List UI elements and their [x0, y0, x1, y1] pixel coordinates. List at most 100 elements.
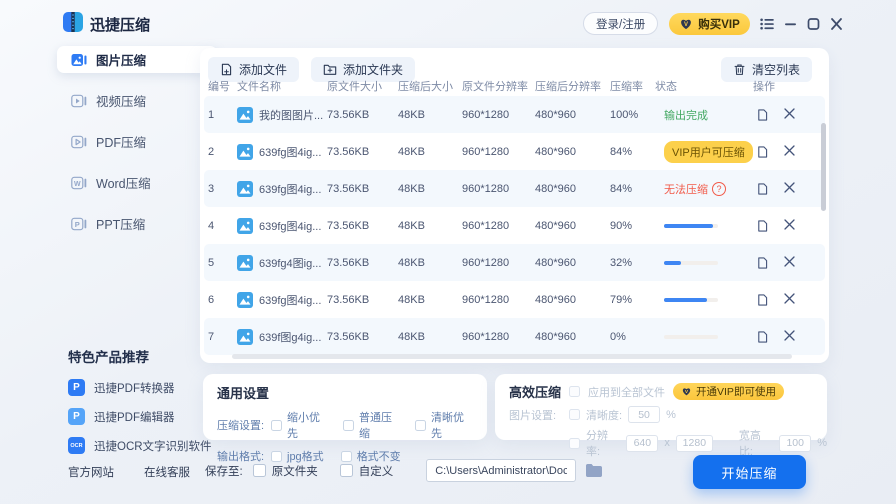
maximize-icon[interactable] — [807, 17, 820, 30]
resolution-height-input[interactable] — [675, 434, 713, 452]
remove-file-icon[interactable] — [784, 255, 795, 270]
cell-operations — [753, 255, 823, 270]
cell-filename: 639fg图4ig... — [237, 217, 327, 234]
cell-compressed-size: 48KB — [398, 145, 425, 158]
cell-filename: 我的图图片... — [237, 106, 327, 123]
sidebar-item-label: Word压缩 — [96, 177, 151, 191]
cell-original-resolution: 960*1280 — [462, 145, 510, 158]
promo-item[interactable]: P 迅捷PDF编辑器 — [68, 408, 212, 425]
remove-file-icon[interactable] — [784, 218, 795, 233]
cell-compressed-resolution: 480*960 — [535, 256, 576, 269]
option-: 缩小优先 — [271, 409, 326, 441]
promo-item[interactable]: P 迅捷PDF转换器 — [68, 379, 212, 396]
sidebar-item-pdf[interactable]: PDF压缩 — [57, 128, 217, 155]
start-compress-button[interactable]: 开始压缩 — [693, 455, 806, 489]
vip-heart-icon: V — [679, 18, 693, 30]
cell-compressed-resolution: 480*960 — [535, 219, 576, 232]
resolution-width-input[interactable] — [626, 434, 659, 452]
footer-link-online-support[interactable]: 在线客服 — [144, 464, 190, 480]
buy-vip-label: 购买VIP — [698, 18, 740, 31]
cell-compressed-resolution: 480*960 — [535, 330, 576, 343]
add-folder-label: 添加文件夹 — [343, 63, 404, 77]
filename-text: 639f图g4ig... — [259, 331, 322, 344]
open-file-icon[interactable] — [756, 108, 769, 122]
remove-file-icon[interactable] — [784, 329, 795, 344]
cell-filename: 639fg图4ig... — [237, 291, 327, 308]
progress-fill — [664, 297, 707, 302]
file-image-icon — [237, 291, 253, 308]
close-icon[interactable] — [830, 17, 843, 30]
question-circle-icon[interactable]: ? — [712, 181, 726, 196]
horizontal-scrollbar[interactable] — [232, 354, 792, 359]
original-folder-checkbox[interactable] — [252, 464, 266, 477]
vertical-scrollbar[interactable] — [821, 123, 826, 211]
clarity-input[interactable] — [628, 406, 661, 423]
option-checkbox[interactable] — [415, 419, 426, 431]
sidebar-item-label: 图片压缩 — [96, 54, 147, 68]
cell-compression-rate: 84% — [610, 145, 633, 158]
browse-folder-icon[interactable] — [585, 463, 603, 478]
column-header: 操作 — [753, 81, 775, 93]
sidebar-item-word[interactable]: W Word压缩 — [57, 169, 217, 196]
add-folder-icon — [323, 63, 337, 76]
save-path-input[interactable] — [426, 459, 577, 482]
progress-fill — [664, 223, 713, 228]
original-folder-label: 原文件夹 — [271, 465, 318, 478]
cell-compression-rate: 79% — [610, 293, 633, 306]
footer-link-official-site[interactable]: 官方网站 — [68, 464, 114, 480]
sidebar-item-ppt[interactable]: P PPT压缩 — [57, 210, 217, 237]
open-file-icon[interactable] — [756, 219, 769, 233]
custom-folder-checkbox[interactable] — [339, 464, 353, 477]
apply-all-label: 应用到全部文件 — [588, 386, 666, 399]
save-to-label: 保存至: — [205, 465, 243, 478]
cell-compression-rate: 0% — [610, 330, 626, 343]
remove-file-icon[interactable] — [784, 144, 795, 159]
option-: 普通压缩 — [343, 409, 398, 441]
promo-item-label: 迅捷PDF转换器 — [94, 382, 175, 395]
minimize-icon[interactable] — [784, 18, 797, 30]
efficient-title: 高效压缩 — [509, 385, 562, 400]
option-checkbox[interactable] — [271, 419, 282, 431]
open-file-icon[interactable] — [756, 145, 769, 159]
remove-file-icon[interactable] — [784, 107, 795, 122]
add-file-label: 添加文件 — [239, 63, 288, 77]
resolution-checkbox[interactable] — [569, 437, 580, 449]
clarity-checkbox[interactable] — [569, 409, 580, 420]
menu-list-icon[interactable] — [760, 18, 774, 30]
apply-all-checkbox[interactable] — [569, 386, 581, 397]
option-label: 普通压缩 — [359, 412, 392, 440]
file-image-icon — [237, 106, 253, 123]
table-row: 5 639fg4图ig... 73.56KB 48KB 960*1280 480*960 3… — [204, 244, 825, 281]
progress-fill — [664, 260, 682, 265]
column-header: 原文件分辨率 — [462, 81, 528, 93]
cell-compression-rate: 32% — [610, 256, 633, 269]
table-body: 1 我的图图片... 73.56KB 48KB 960*1280 480*960 100% 输… — [204, 96, 825, 355]
buy-vip-button[interactable]: V 购买VIP — [669, 12, 750, 35]
promo-item[interactable]: OCR 迅捷OCR文字识别软件 — [68, 437, 212, 454]
compress-setting-label: 压缩设置: — [217, 420, 265, 432]
aspect-ratio-input[interactable] — [779, 434, 812, 452]
cell-status — [655, 260, 753, 265]
open-file-icon[interactable] — [756, 256, 769, 270]
table-row: 4 639fg图4ig... 73.56KB 48KB 960*1280 480*960 9… — [204, 207, 825, 244]
remove-file-icon[interactable] — [784, 292, 795, 307]
open-file-icon[interactable] — [756, 293, 769, 307]
status-vip-badge: VIP用户可压缩 — [664, 140, 753, 163]
pdf-editor-icon: P — [68, 408, 85, 425]
open-file-icon[interactable] — [756, 182, 769, 196]
svg-text:W: W — [74, 180, 81, 187]
open-vip-badge[interactable]: V 开通VIP即可使用 — [673, 383, 784, 400]
sidebar-item-image[interactable]: 图片压缩 — [57, 46, 217, 73]
cell-operations — [753, 292, 823, 307]
open-file-icon[interactable] — [756, 330, 769, 344]
svg-text:P: P — [75, 219, 80, 228]
cell-original-resolution: 960*1280 — [462, 256, 510, 269]
option-checkbox[interactable] — [343, 419, 354, 431]
cell-compressed-resolution: 480*960 — [535, 108, 576, 121]
login-register-button[interactable]: 登录/注册 — [583, 12, 659, 35]
image-compress-icon — [71, 52, 87, 68]
general-settings-rows: 压缩设置: 缩小优先 普通压缩 清晰优先 输出格式: jpg格式 格式不变 — [217, 409, 487, 464]
remove-file-icon[interactable] — [784, 181, 795, 196]
general-settings-panel: 通用设置 压缩设置: 缩小优先 普通压缩 清晰优先 输出格式: jpg格式 格式不变 — [203, 374, 487, 463]
sidebar-item-video[interactable]: 视频压缩 — [57, 87, 217, 114]
